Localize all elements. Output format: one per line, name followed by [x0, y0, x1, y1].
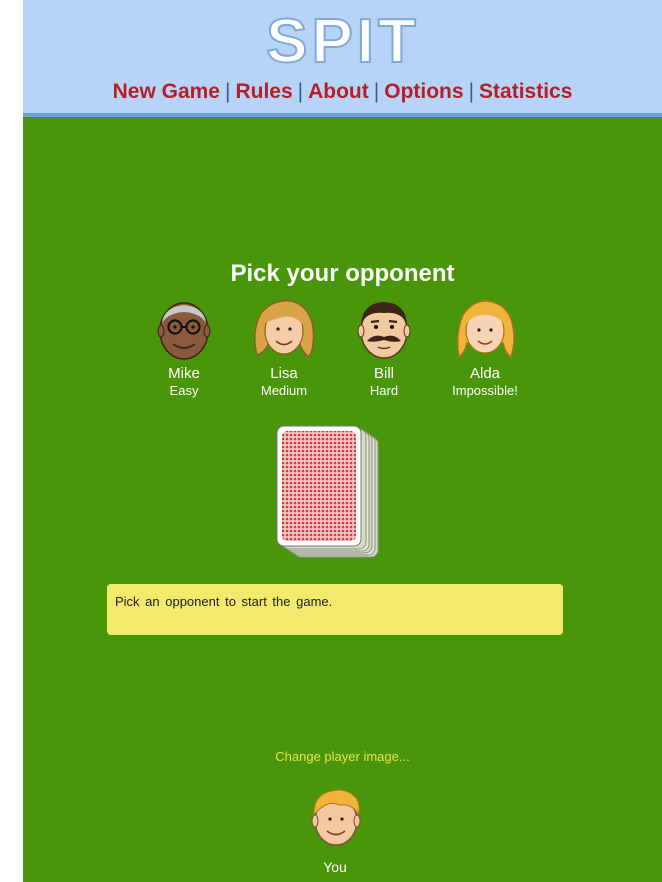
- game-window: SPIT New Game | Rules | About | Options | Statis…: [0, 0, 662, 882]
- nav-separator: |: [373, 80, 380, 103]
- opponent-name: Lisa: [270, 365, 298, 382]
- opponent-level: Hard: [369, 383, 399, 398]
- nav-about[interactable]: About: [308, 80, 369, 103]
- opponent-name: Alda: [469, 365, 501, 382]
- header: SPIT New Game | Rules | About | Options | Statis…: [23, 0, 662, 117]
- opponent-level: Easy: [169, 383, 199, 398]
- nav-statistics[interactable]: Statistics: [479, 80, 572, 103]
- nav-new-game[interactable]: New Game: [113, 80, 220, 103]
- opponent-alda[interactable]: Alda Impossible!: [430, 297, 540, 398]
- lisa-avatar-icon: [254, 300, 315, 359]
- nav-options[interactable]: Options: [384, 80, 463, 103]
- opponent-name: Mike: [168, 365, 200, 382]
- you-avatar-icon: [311, 789, 361, 846]
- pick-opponent-title: Pick your opponent: [230, 260, 455, 287]
- main-nav: New Game | Rules | About | Options | Statistics: [23, 80, 662, 104]
- mike-avatar-icon: [157, 302, 211, 360]
- change-player-image-link[interactable]: Change player image...: [23, 749, 662, 764]
- spit-logo: SPIT: [265, 10, 420, 70]
- svg-text:SPIT: SPIT: [266, 10, 420, 70]
- opponent-bill[interactable]: Bill Hard: [329, 297, 439, 398]
- card-deck[interactable]: [273, 425, 383, 561]
- you-label: You: [323, 859, 347, 875]
- nav-separator: |: [468, 80, 475, 103]
- status-message: Pick an opponent to start the game.: [107, 584, 563, 635]
- nav-rules[interactable]: Rules: [235, 80, 292, 103]
- opponent-mike[interactable]: Mike Easy: [129, 297, 239, 398]
- nav-separator: |: [224, 80, 231, 103]
- opponent-level: Medium: [260, 383, 308, 398]
- bill-avatar-icon: [357, 302, 411, 359]
- nav-separator: |: [297, 80, 304, 103]
- game-table: Pick your opponent Mike Easy Lisa Medium…: [23, 117, 662, 882]
- opponent-name: Bill: [373, 365, 394, 382]
- alda-avatar-icon: [456, 300, 515, 359]
- opponent-level: Impossible!: [452, 383, 518, 398]
- opponent-lisa[interactable]: Lisa Medium: [229, 297, 339, 398]
